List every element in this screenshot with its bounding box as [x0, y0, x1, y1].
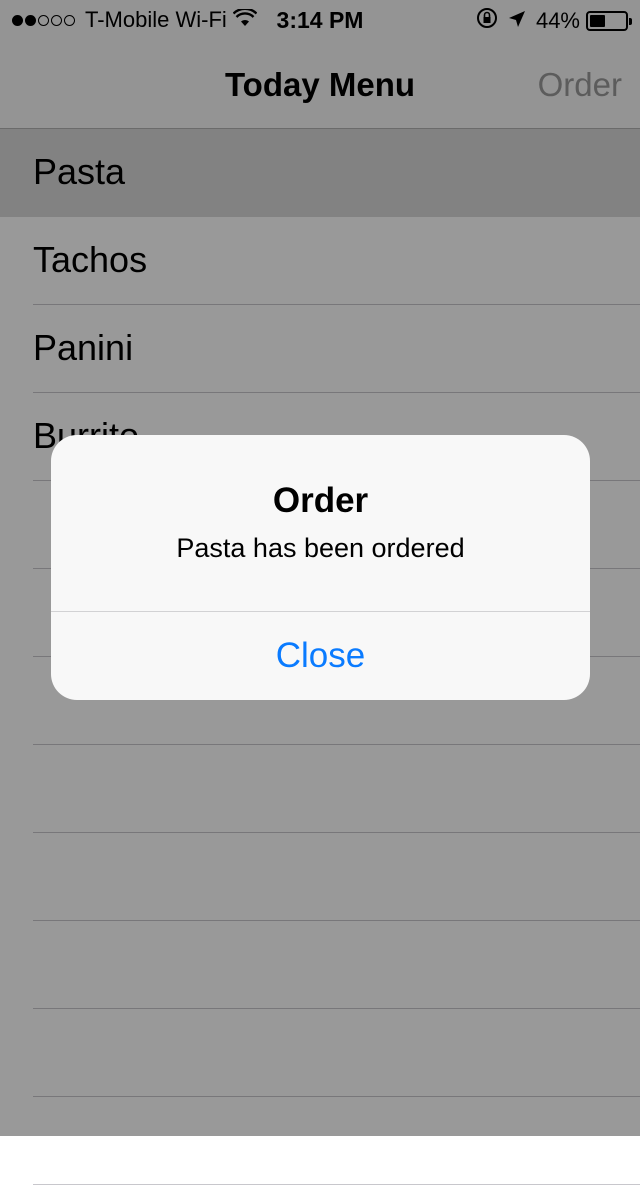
- alert-message: Pasta has been ordered: [176, 533, 465, 563]
- order-alert: Order Pasta has been ordered Close: [51, 435, 590, 700]
- screen: T-Mobile Wi-Fi 3:14 PM 44% Today Menu Or…: [0, 0, 640, 1185]
- close-button[interactable]: Close: [51, 612, 590, 700]
- alert-title: Order: [272, 481, 369, 520]
